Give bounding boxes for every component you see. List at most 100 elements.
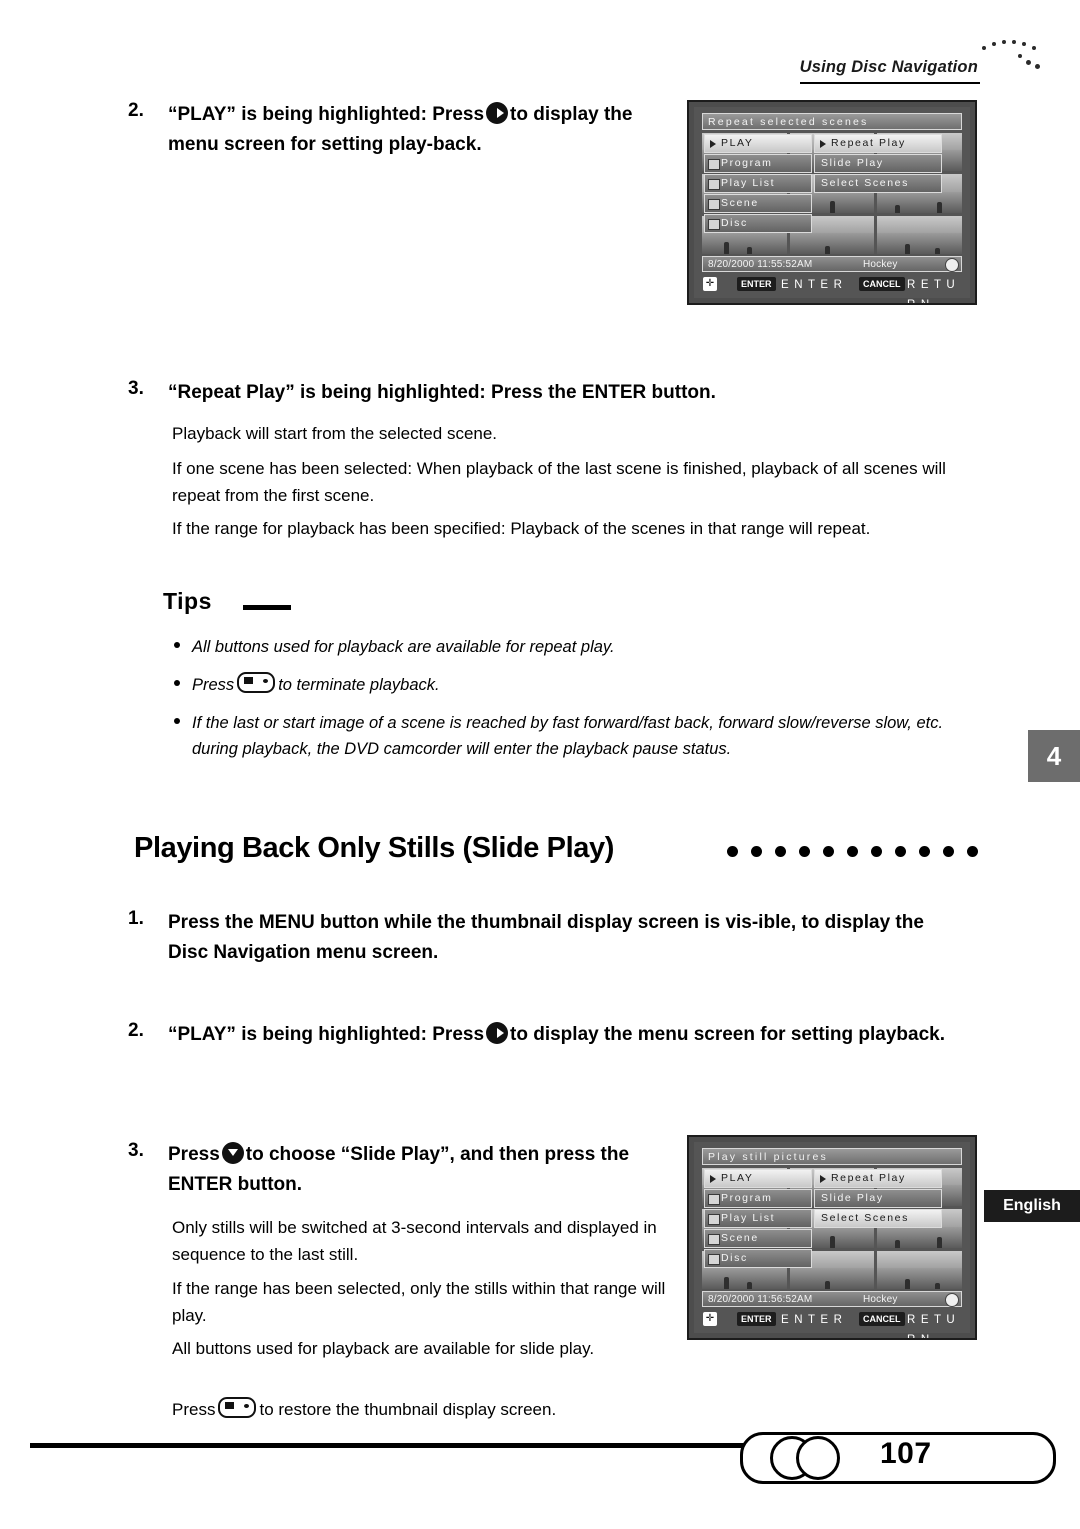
joystick-icon: ✛ — [703, 277, 717, 291]
header-dots-decoration — [972, 36, 1042, 86]
menu-item-label: Disc — [721, 217, 748, 229]
submenu-item-select-scenes[interactable]: Select Scenes — [814, 1209, 942, 1228]
submenu-item-repeat-play[interactable]: Repeat Play — [814, 134, 942, 153]
section-title-dots — [727, 846, 992, 860]
tip-2-text-b: to terminate playback. — [278, 676, 440, 694]
status-datetime: 8/20/2000 11:55:52AM — [708, 259, 813, 270]
menu-item-program[interactable]: Program — [704, 154, 812, 173]
submenu-item-label: Slide Play — [821, 157, 884, 169]
step-3-bottom: 3. Press to choose “Slide Play”, and then… — [128, 1140, 668, 1200]
tip-item-1: All buttons used for playback are availa… — [174, 634, 972, 660]
submenu-item-label: Repeat Play — [831, 1172, 906, 1184]
cancel-badge: CANCEL — [859, 277, 905, 291]
enter-label: E N T E R — [781, 1314, 844, 1326]
submenu-item-select-scenes[interactable]: Select Scenes — [814, 174, 942, 193]
step-2-bottom-text-b: to display the menu screen for setting p… — [510, 1024, 946, 1045]
menu-item-scene[interactable]: Scene — [704, 194, 812, 213]
scene-icon — [708, 1234, 720, 1245]
body-bottom-p4-text-b: to restore the thumbnail display screen. — [259, 1400, 557, 1419]
arrow-right-icon — [820, 140, 826, 148]
disc-icon — [708, 219, 720, 230]
body-bottom-p4-text-a: Press — [172, 1400, 216, 1419]
status-label: Hockey — [863, 259, 898, 270]
submenu-item-label: Repeat Play — [831, 137, 906, 149]
tips-heading: Tips — [163, 588, 212, 614]
language-tab: English — [984, 1190, 1080, 1222]
body-top-p1: Playback will start from the selected sc… — [172, 424, 498, 443]
screen-bottom-bar: ✛ ENTER E N T E R CANCEL R E T U R N — [699, 274, 965, 303]
step-3-top-number: 3. — [128, 378, 144, 399]
step-2-top-number: 2. — [128, 100, 144, 121]
status-label: Hockey — [863, 1294, 898, 1305]
step-2-top-body: “PLAY” is being highlighted: Press to dis… — [168, 100, 673, 160]
screen-bottom-bar: ✛ ENTER E N T E R CANCEL R E T U R N — [699, 1309, 965, 1338]
menu-item-label: Program — [721, 157, 773, 169]
joystick-right-icon — [486, 102, 509, 124]
tip-1-text: All buttons used for playback are availa… — [192, 638, 615, 656]
menu-column-right: Repeat Play Slide Play Select Scenes — [814, 134, 942, 194]
menu-item-play-list[interactable]: Play List — [704, 1209, 812, 1228]
screen-title-bar: Play still pictures — [702, 1148, 962, 1165]
playlist-icon — [708, 179, 720, 190]
smiley-icon — [945, 1293, 959, 1307]
menu-item-disc[interactable]: Disc — [704, 214, 812, 233]
menu-item-program[interactable]: Program — [704, 1189, 812, 1208]
bullet-icon — [174, 642, 180, 648]
program-icon — [708, 159, 720, 170]
menu-column-left: PLAY Program Play List Scene Disc — [704, 134, 812, 234]
body-top-p2: If one scene has been selected: When pla… — [172, 459, 946, 505]
joystick-down-icon — [221, 1142, 244, 1164]
submenu-item-slide-play[interactable]: Slide Play — [814, 1189, 942, 1208]
step-2-top-text-a: “PLAY” is being highlighted: Press — [168, 104, 485, 125]
program-icon — [708, 1194, 720, 1205]
submenu-item-slide-play[interactable]: Slide Play — [814, 154, 942, 173]
thumbnail-item[interactable] — [877, 215, 962, 254]
menu-item-label: PLAY — [721, 137, 754, 149]
step-3-top: 3. “Repeat Play” is being highlighted: P… — [128, 378, 928, 408]
camcorder-screen-repeat-play: Repeat selected scenes PLAY Program Play… — [687, 100, 977, 305]
menu-item-label: Program — [721, 1192, 773, 1204]
step-1-bottom: 1. Press the MENU button while the thumb… — [128, 908, 958, 968]
stop-button-icon — [218, 1397, 257, 1418]
menu-item-scene[interactable]: Scene — [704, 1229, 812, 1248]
menu-column-right: Repeat Play Slide Play Select Scenes — [814, 1169, 942, 1229]
step-2-bottom-number: 2. — [128, 1020, 144, 1041]
screen-status-bar: 8/20/2000 11:56:52AM Hockey — [702, 1291, 962, 1307]
tips-rule — [243, 605, 291, 610]
menu-item-disc[interactable]: Disc — [704, 1249, 812, 1268]
menu-item-play[interactable]: PLAY — [704, 1169, 812, 1188]
tip-item-2: Press to terminate playback. — [174, 672, 972, 698]
return-label: R E T U R N — [907, 279, 956, 305]
body-bottom-p1: Only stills will be switched at 3-second… — [172, 1218, 657, 1264]
menu-item-label: Scene — [721, 1232, 759, 1244]
menu-item-label: Play List — [721, 177, 776, 189]
body-bottom-p4: Press to restore the thumbnail display sc… — [172, 1396, 712, 1423]
return-label: R E T U R N — [907, 1314, 956, 1340]
status-datetime: 8/20/2000 11:56:52AM — [708, 1294, 813, 1305]
enter-label: E N T E R — [781, 279, 844, 291]
enter-badge: ENTER — [737, 277, 776, 291]
screen-title-bar: Repeat selected scenes — [702, 113, 962, 130]
step-2-bottom: 2. “PLAY” is being highlighted: Press to … — [128, 1020, 968, 1050]
tip-item-3: If the last or start image of a scene is… — [174, 710, 982, 762]
submenu-item-label: Select Scenes — [821, 177, 909, 189]
menu-item-play[interactable]: PLAY — [704, 134, 812, 153]
screen-inner: Play still pictures PLAY Program Play Li… — [694, 1142, 970, 1338]
header-rule — [800, 82, 980, 84]
body-top-p3: If the range for playback has been speci… — [172, 519, 871, 538]
cancel-badge: CANCEL — [859, 1312, 905, 1326]
submenu-item-repeat-play[interactable]: Repeat Play — [814, 1169, 942, 1188]
menu-column-left: PLAY Program Play List Scene Disc — [704, 1169, 812, 1269]
tip-2-text-a: Press — [192, 676, 235, 694]
menu-item-label: Play List — [721, 1212, 776, 1224]
thumbnail-item[interactable] — [877, 1250, 962, 1289]
arrow-right-icon — [710, 140, 716, 148]
joystick-icon: ✛ — [703, 1312, 717, 1326]
submenu-item-label: Select Scenes — [821, 1212, 909, 1224]
footer-circles-decoration — [770, 1436, 860, 1480]
menu-item-play-list[interactable]: Play List — [704, 174, 812, 193]
playlist-icon — [708, 1214, 720, 1225]
body-bottom-p3: All buttons used for playback are availa… — [172, 1339, 595, 1358]
section-title: Playing Back Only Stills (Slide Play) — [134, 832, 614, 864]
step-3-bottom-body: Press to choose “Slide Play”, and then pr… — [168, 1140, 668, 1200]
